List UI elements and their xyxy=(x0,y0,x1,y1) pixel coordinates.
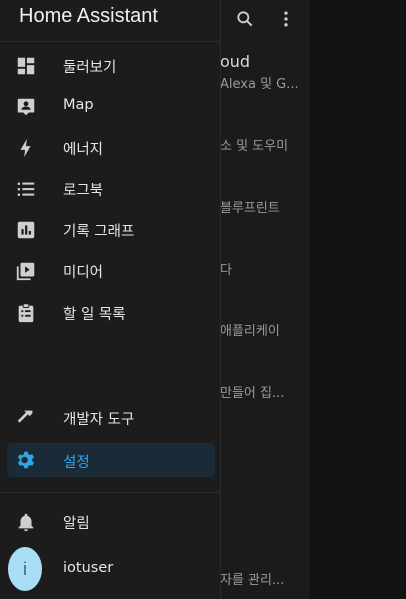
search-icon[interactable] xyxy=(235,9,255,29)
sidebar-item-label: 미디어 xyxy=(63,265,104,281)
sidebar-item-label: 할 일 목록 xyxy=(63,307,126,323)
settings-row-text: 소 및 도우미 xyxy=(220,139,289,154)
gear-icon xyxy=(17,451,35,469)
map-account-icon xyxy=(17,98,35,116)
settings-row-text: 다 xyxy=(220,263,232,278)
sidebar-item-overview[interactable]: 둘러보기 xyxy=(0,45,220,86)
background-right-area xyxy=(310,0,406,599)
avatar: i xyxy=(8,547,42,591)
app-title: Home Assistant xyxy=(19,5,158,27)
bell-icon xyxy=(18,513,34,532)
settings-row-text: 블루프린트 xyxy=(220,201,280,216)
sidebar-item-notifications[interactable]: 알림 xyxy=(0,501,220,542)
sidebar-item-media[interactable]: 미디어 xyxy=(0,250,220,291)
lightning-bolt-icon xyxy=(20,138,31,158)
sidebar-item-history[interactable]: 기록 그래프 xyxy=(0,209,220,250)
sidebar-item-logbook[interactable]: 로그북 xyxy=(0,168,220,209)
drawer-divider xyxy=(0,492,220,493)
settings-row-text: 자를 관리... xyxy=(220,573,285,588)
sidebar-item-label: 둘러보기 xyxy=(63,60,117,76)
media-play-icon xyxy=(16,262,35,281)
sidebar-item-label: 설정 xyxy=(63,455,90,471)
sidebar-item-map[interactable]: Map xyxy=(0,86,220,127)
sidebar-item-settings[interactable]: 설정 xyxy=(7,443,215,477)
sidebar-item-energy[interactable]: 에너지 xyxy=(0,127,220,168)
sidebar-item-label: 개발자 도구 xyxy=(63,412,135,428)
chart-box-icon xyxy=(17,221,35,239)
sidebar-item-label: 에너지 xyxy=(63,142,104,158)
cloud-card-subtitle: Alexa 및 G... xyxy=(220,77,299,92)
user-name: iotuser xyxy=(63,560,114,576)
sidebar-item-label: 기록 그래프 xyxy=(63,224,135,240)
sidebar-item-todo[interactable]: 할 일 목록 xyxy=(0,292,220,333)
sidebar-item-label: Map xyxy=(63,97,94,113)
more-vertical-icon[interactable] xyxy=(276,9,296,29)
cloud-card-title: oud xyxy=(220,52,251,71)
sidebar-drawer: Home Assistant 둘러보기 Map 에너지 로그북 기록 그래프 미… xyxy=(0,0,221,599)
sidebar-item-developer-tools[interactable]: 개발자 도구 xyxy=(0,397,220,438)
settings-row-text: 만들어 집... xyxy=(220,386,285,401)
sidebar-item-label: 알림 xyxy=(63,516,90,532)
drawer-header: Home Assistant xyxy=(0,0,220,42)
sidebar-item-profile[interactable]: i iotuser xyxy=(0,547,220,593)
list-icon xyxy=(17,182,35,196)
settings-row-text: 애플리케이 xyxy=(220,324,280,339)
sidebar-item-label: 로그북 xyxy=(63,183,104,199)
dashboard-icon xyxy=(17,57,35,75)
clipboard-list-icon xyxy=(18,303,34,323)
hammer-icon xyxy=(17,410,33,423)
